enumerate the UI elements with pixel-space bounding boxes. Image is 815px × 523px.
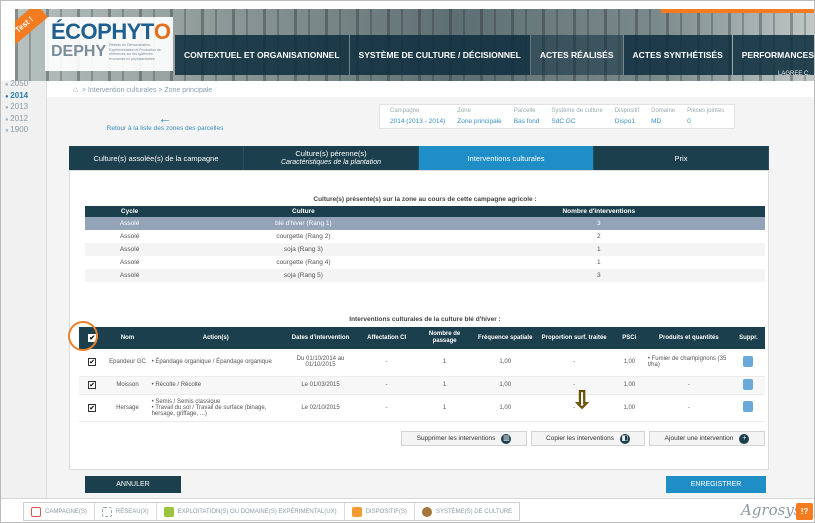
col-cycle: Cycle	[85, 206, 175, 217]
back-to-zones-link[interactable]: ← Retour à la liste des zones des parcel…	[85, 111, 245, 132]
cultures-table: Cycle Culture Nombre d'interventions Ass…	[85, 206, 765, 282]
footer-navigation: CAMPAGNE(S) RÉSEAU(X) EXPLOITATION(S) OU…	[23, 502, 521, 521]
tab-cultures-perennes[interactable]: Culture(s) pérenne(s) Caractéristiques de…	[244, 146, 419, 170]
logo-title: ÉCOPHYTO	[51, 19, 171, 44]
logo-tagline: Réseau de Démonstration, Expérimentation…	[109, 43, 161, 61]
trash-icon[interactable]	[743, 355, 754, 367]
col-actions: Action(s)	[149, 327, 282, 349]
info-domaine: Domaine MD	[651, 108, 676, 125]
nav-systeme-culture[interactable]: SYSTÈME DE CULTURE / DÉCISIONNEL	[349, 35, 530, 75]
col-proportion: Proportion surf. traitée	[535, 327, 613, 349]
row-checkbox[interactable]: ✔	[88, 358, 97, 367]
table-row[interactable]: Assolé soja (Rang 5) 3	[85, 269, 765, 282]
nav-performances[interactable]: PERFORMANCES	[732, 35, 814, 75]
trash-icon[interactable]	[743, 401, 754, 412]
row-checkbox[interactable]: ✔	[88, 381, 97, 389]
cancel-button[interactable]: ANNULER	[85, 476, 181, 493]
plus-icon: +	[739, 433, 750, 444]
table-row[interactable]: Assolé blé d'hiver (Rang 1) 3	[85, 217, 765, 230]
info-zone: Zone Zone principale	[457, 108, 502, 125]
tab-interventions-culturales[interactable]: Interventions culturales	[419, 146, 594, 170]
col-nb-interventions: Nombre d'interventions	[432, 206, 765, 217]
footer-item-exploitations[interactable]: EXPLOITATION(S) OU DOMAINE(S) EXPÉRIMENT…	[157, 503, 345, 520]
add-intervention-button[interactable]: Ajouter une intervention +	[649, 431, 765, 446]
table-row[interactable]: ✔ Moisson • Récolte / Récolte Le 01/03/2…	[79, 376, 765, 395]
year-2050[interactable]: 2050	[5, 79, 28, 91]
tab-prix[interactable]: Prix	[594, 146, 769, 170]
footer-item-systemes-culture[interactable]: SYSTÈME(S) DE CULTURE	[415, 503, 519, 520]
farm-icon	[163, 506, 174, 517]
col-psci: PSCi	[612, 327, 646, 349]
cultures-table-title: Culture(s) présente(s) sur la zone au co…	[313, 196, 537, 203]
year-2013[interactable]: 2013	[5, 102, 28, 114]
footer-item-dispositifs[interactable]: DISPOSITIF(S)	[345, 503, 415, 520]
table-row[interactable]: Assolé soja (Rang 3) 1	[85, 243, 765, 256]
user-name[interactable]: LAGREE C.	[778, 71, 810, 77]
page: Test ! ÉCOPHYTO DEPHY Réseau de Démonstra…	[0, 0, 815, 523]
campaign-sidebar	[1, 81, 47, 499]
col-suppr: Suppr.	[731, 327, 765, 349]
breadcrumb: ⌂ > Intervention culturales > Zone princi…	[73, 85, 212, 94]
col-nom: Nom	[105, 327, 150, 349]
row-checkbox[interactable]: ✔	[88, 403, 97, 412]
arrow-left-icon: ←	[158, 110, 172, 126]
copy-interventions-button[interactable]: Copier les interventions ◧	[531, 431, 645, 446]
info-systeme-culture: Système de culture SdC GC	[551, 108, 603, 125]
col-frequence: Fréquence spatiale	[474, 327, 536, 349]
info-dispositif: Dispositif Dispo1	[614, 108, 640, 125]
col-dates: Dates d'intervention	[281, 327, 360, 349]
header-banner: Test ! ÉCOPHYTO DEPHY Réseau de Démonstra…	[15, 9, 814, 81]
col-nb-passage: Nombre de passage	[414, 327, 475, 349]
footer-item-reseaux[interactable]: RÉSEAU(X)	[95, 503, 157, 520]
footer-item-campagnes[interactable]: CAMPAGNE(S)	[24, 503, 95, 520]
back-link-label: Retour à la liste des zones des parcelle…	[106, 125, 224, 132]
highlight-circle	[68, 321, 98, 351]
ecophyto-logo[interactable]: ÉCOPHYTO DEPHY Réseau de Démonstration, E…	[45, 17, 173, 71]
arrow-down-icon: ⇩	[571, 387, 593, 414]
device-icon	[351, 506, 362, 517]
col-culture: Culture	[174, 206, 433, 217]
year-2014[interactable]: 2014	[5, 91, 28, 103]
home-icon[interactable]: ⌂	[73, 85, 78, 94]
help-button[interactable]: !?	[796, 503, 813, 520]
interventions-table: ✔ Nom Action(s) Dates d'intervention Aff…	[79, 327, 765, 422]
table-row[interactable]: Assolé courgette (Rang 4) 1	[85, 256, 765, 269]
table-row[interactable]: Assolé courgette (Rang 2) 2	[85, 230, 765, 243]
nav-actes-realises[interactable]: ACTES RÉALISÉS	[530, 35, 623, 75]
info-pieces-jointes: Pièces jointes 0	[687, 108, 725, 125]
trash-icon[interactable]	[743, 378, 754, 390]
nav-actes-synthetises[interactable]: ACTES SYNTHÉTISÉS	[623, 35, 732, 75]
year-list: 2050 2014 2013 2012 1900	[5, 79, 28, 137]
col-affectation-ci: Affectation CI	[359, 327, 415, 349]
test-ribbon: Test !	[15, 9, 48, 47]
network-icon	[101, 506, 112, 517]
year-2012[interactable]: 2012	[5, 114, 28, 126]
year-1900[interactable]: 1900	[5, 125, 28, 137]
wheat-icon	[421, 506, 432, 517]
table-row[interactable]: ✔ Epandeur GC • Épandage organique / Épa…	[79, 349, 765, 377]
info-parcelle: Parcelle Bas fond	[513, 108, 540, 125]
footer-bar: CAMPAGNE(S) RÉSEAU(X) EXPLOITATION(S) OU…	[1, 498, 814, 522]
top-accent-bar	[661, 9, 814, 13]
main-navigation: CONTEXTUEL ET ORGANISATIONNEL SYSTÈME DE…	[175, 35, 814, 75]
table-row[interactable]: ✔ Hersage • Semis / Semis classique • Tr…	[79, 394, 765, 422]
section-tabs: Culture(s) assolée(s) de la campagne Cul…	[69, 146, 769, 170]
nav-contextuel[interactable]: CONTEXTUEL ET ORGANISATIONNEL	[175, 35, 349, 75]
delete-icon: ▥	[501, 433, 512, 444]
delete-interventions-button[interactable]: Supprimer les interventions ▥	[401, 431, 527, 446]
info-campagne: Campagne 2014 (2013 - 2014)	[390, 108, 446, 125]
calendar-icon	[31, 506, 41, 517]
save-button[interactable]: ENREGISTRER	[666, 476, 766, 493]
interventions-table-title: Interventions culturales de la culture b…	[349, 316, 501, 323]
breadcrumb-path[interactable]: > Intervention culturales > Zone princip…	[82, 87, 212, 94]
tab-cultures-assolees[interactable]: Culture(s) assolée(s) de la campagne	[69, 146, 244, 170]
logo-subtitle: DEPHY	[51, 43, 107, 61]
col-produits: Produits et quantités	[645, 327, 732, 349]
copy-icon: ◧	[619, 433, 630, 444]
context-info-bar: Campagne 2014 (2013 - 2014) Zone Zone prin…	[379, 104, 736, 129]
